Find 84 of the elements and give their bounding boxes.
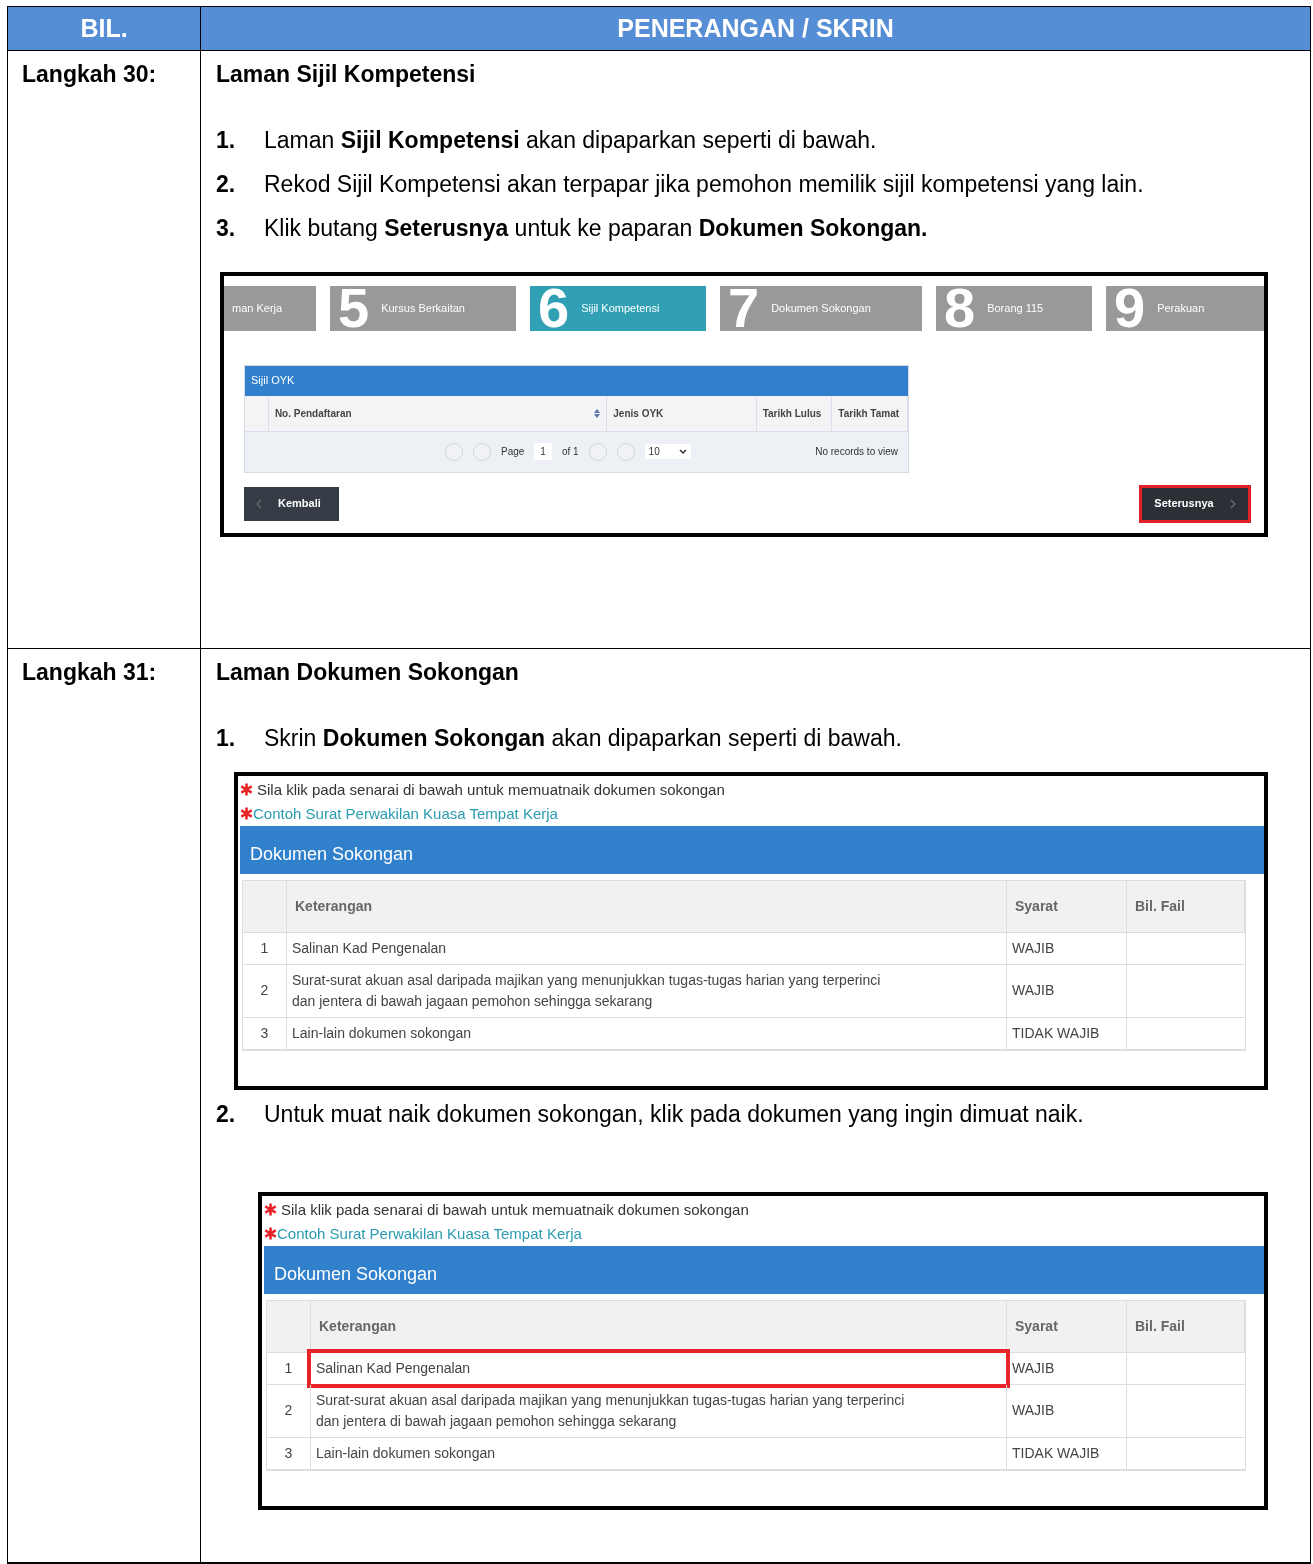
pager-button[interactable]	[588, 442, 607, 461]
page-size-select[interactable]: 10	[644, 444, 691, 459]
column-header: Bil. Fail	[1127, 1300, 1245, 1352]
document-description: Surat-surat akuan asal daripada majikan yang menunjukkan tugas-tugas harian yang terperinci dan jentera di bawah jagaan pemohon sehingga sekarang	[291, 970, 882, 1011]
step-label: Borang 115	[987, 300, 1044, 316]
requirement-cell: WAJIB	[1007, 1352, 1127, 1384]
row-number: 3	[267, 1437, 311, 1469]
asterisk-icon	[264, 1203, 277, 1216]
panel-header: Sijil OYK	[245, 365, 908, 396]
panel-header: Dokumen Sokongan	[240, 825, 1264, 874]
instruction-note: Sila klik pada senarai di bawah untuk memuatnaik dokumen sokongan	[281, 1199, 749, 1220]
document-row[interactable]: 3 Lain-lain dokumen sokongan TIDAK WAJIB	[267, 1437, 1245, 1470]
document-row[interactable]: 2 Surat-surat akuan asal daripada majikan yang menunjukkan tugas-tugas harian yang terperinci dan jentera di bawah jagaan pemohon sehingga sekarang WAJIB	[267, 1384, 1245, 1438]
row-number: 1	[243, 932, 287, 964]
step-label: Kursus Berkaitan	[381, 300, 465, 316]
item-number: 3.	[216, 213, 237, 243]
document-row[interactable]: 3 Lain-lain dokumen sokongan TIDAK WAJIB	[243, 1017, 1245, 1050]
requirement-cell: WAJIB	[1007, 1384, 1127, 1437]
step-number: 8	[944, 285, 976, 331]
item-number: 2.	[216, 1099, 237, 1129]
instruction-note: Sila klik pada senarai di bawah untuk memuatnaik dokumen sokongan	[257, 779, 725, 800]
pager-button[interactable]	[473, 442, 491, 461]
document-row[interactable]: 1 Salinan Kad Pengenalan WAJIB	[267, 1352, 1245, 1385]
document-description: Salinan Kad Pengenalan	[291, 938, 448, 958]
step-number: 9	[1114, 285, 1146, 331]
requirement-cell: TIDAK WAJIB	[1007, 1437, 1127, 1469]
step-label: Langkah 31:	[22, 659, 157, 685]
instruction-text: Laman Sijil Kompetensi akan dipaparkan seperti di bawah.	[264, 125, 877, 155]
page-input[interactable]: 1	[534, 443, 552, 460]
document-row[interactable]: 1 Salinan Kad Pengenalan WAJIB	[243, 932, 1245, 965]
requirement-cell: WAJIB	[1007, 932, 1127, 964]
document-row[interactable]: 2 Surat-surat akuan asal daripada majikan yang menunjukkan tugas-tugas harian yang terperinci dan jentera di bawah jagaan pemohon sehingga sekarang WAJIB	[243, 964, 1245, 1018]
asterisk-icon	[264, 1227, 277, 1240]
next-button[interactable]: Seterusnya	[1142, 487, 1248, 520]
row-number: 1	[267, 1352, 311, 1384]
step-label: Dokumen Sokongan	[771, 300, 871, 316]
step-number: 7	[728, 285, 760, 331]
column-header: Keterangan	[311, 1300, 1007, 1352]
requirement-cell: WAJIB	[1007, 964, 1127, 1017]
pager-button[interactable]	[616, 442, 635, 461]
column-header: Bil. Fail	[1127, 880, 1245, 932]
item-number: 2.	[216, 169, 237, 199]
asterisk-icon	[240, 807, 253, 820]
item-number: 1.	[216, 125, 237, 155]
instruction-text: Skrin Dokumen Sokongan akan dipaparkan seperti di bawah.	[264, 723, 902, 753]
row-number: 2	[243, 964, 287, 1017]
column-header[interactable]: Jenis OYK	[607, 395, 757, 431]
pager-text: Page	[501, 445, 525, 459]
pager-button[interactable]	[445, 442, 463, 461]
instruction-text: Untuk muat naik dokumen sokongan, klik pada dokumen yang ingin dimuat naik.	[264, 1099, 1084, 1129]
column-header: Keterangan	[287, 880, 1007, 932]
row-number: 2	[267, 1384, 311, 1437]
back-button[interactable]: Kembali	[244, 486, 339, 521]
column-header: Syarat	[1007, 880, 1127, 932]
instruction-text: Rekod Sijil Kompetensi akan terpapar jika pemohon memilik sijil kompetensi yang lain.	[264, 169, 1144, 199]
step-label: Sijil Kompetensi	[581, 300, 660, 316]
document-description: Lain-lain dokumen sokongan	[291, 1023, 472, 1043]
column-header: BIL.	[8, 7, 201, 50]
pager-text: of 1	[561, 445, 579, 459]
document-description: Lain-lain dokumen sokongan	[315, 1443, 496, 1463]
row-number: 3	[243, 1017, 287, 1049]
records-text: No records to view	[815, 445, 898, 459]
sort-icon[interactable]	[594, 408, 601, 418]
step-number: 6	[538, 285, 570, 331]
instruction-text: Klik butang Seterusnya untuk ke paparan Dokumen Sokongan.	[264, 213, 928, 243]
step-label: Perakuan	[1157, 300, 1205, 316]
step-title: Laman Dokumen Sokongan	[216, 658, 520, 687]
step-number: 5	[338, 285, 370, 331]
step-title: Laman Sijil Kompetensi	[216, 60, 477, 89]
requirement-cell: TIDAK WAJIB	[1007, 1017, 1127, 1049]
step-label: Langkah 30:	[22, 61, 157, 87]
panel-header: Dokumen Sokongan	[264, 1245, 1264, 1294]
column-header: Syarat	[1007, 1300, 1127, 1352]
step-label: man Kerja	[232, 300, 283, 316]
asterisk-icon	[240, 783, 253, 796]
document-description: Surat-surat akuan asal daripada majikan yang menunjukkan tugas-tugas harian yang terperinci dan jentera di bawah jagaan pemohon sehingga sekarang	[315, 1390, 906, 1431]
chevron-left-icon	[256, 498, 262, 509]
chevron-down-icon	[678, 448, 687, 455]
column-header[interactable]: Tarikh Lulus	[756, 395, 833, 431]
column-header[interactable]: Tarikh Tamat	[832, 395, 908, 431]
column-header: PENERANGAN / SKRIN	[616, 12, 895, 44]
item-number: 1.	[216, 723, 237, 753]
chevron-right-icon	[1229, 498, 1236, 509]
column-header[interactable]: No. Pendaftaran	[268, 395, 608, 431]
